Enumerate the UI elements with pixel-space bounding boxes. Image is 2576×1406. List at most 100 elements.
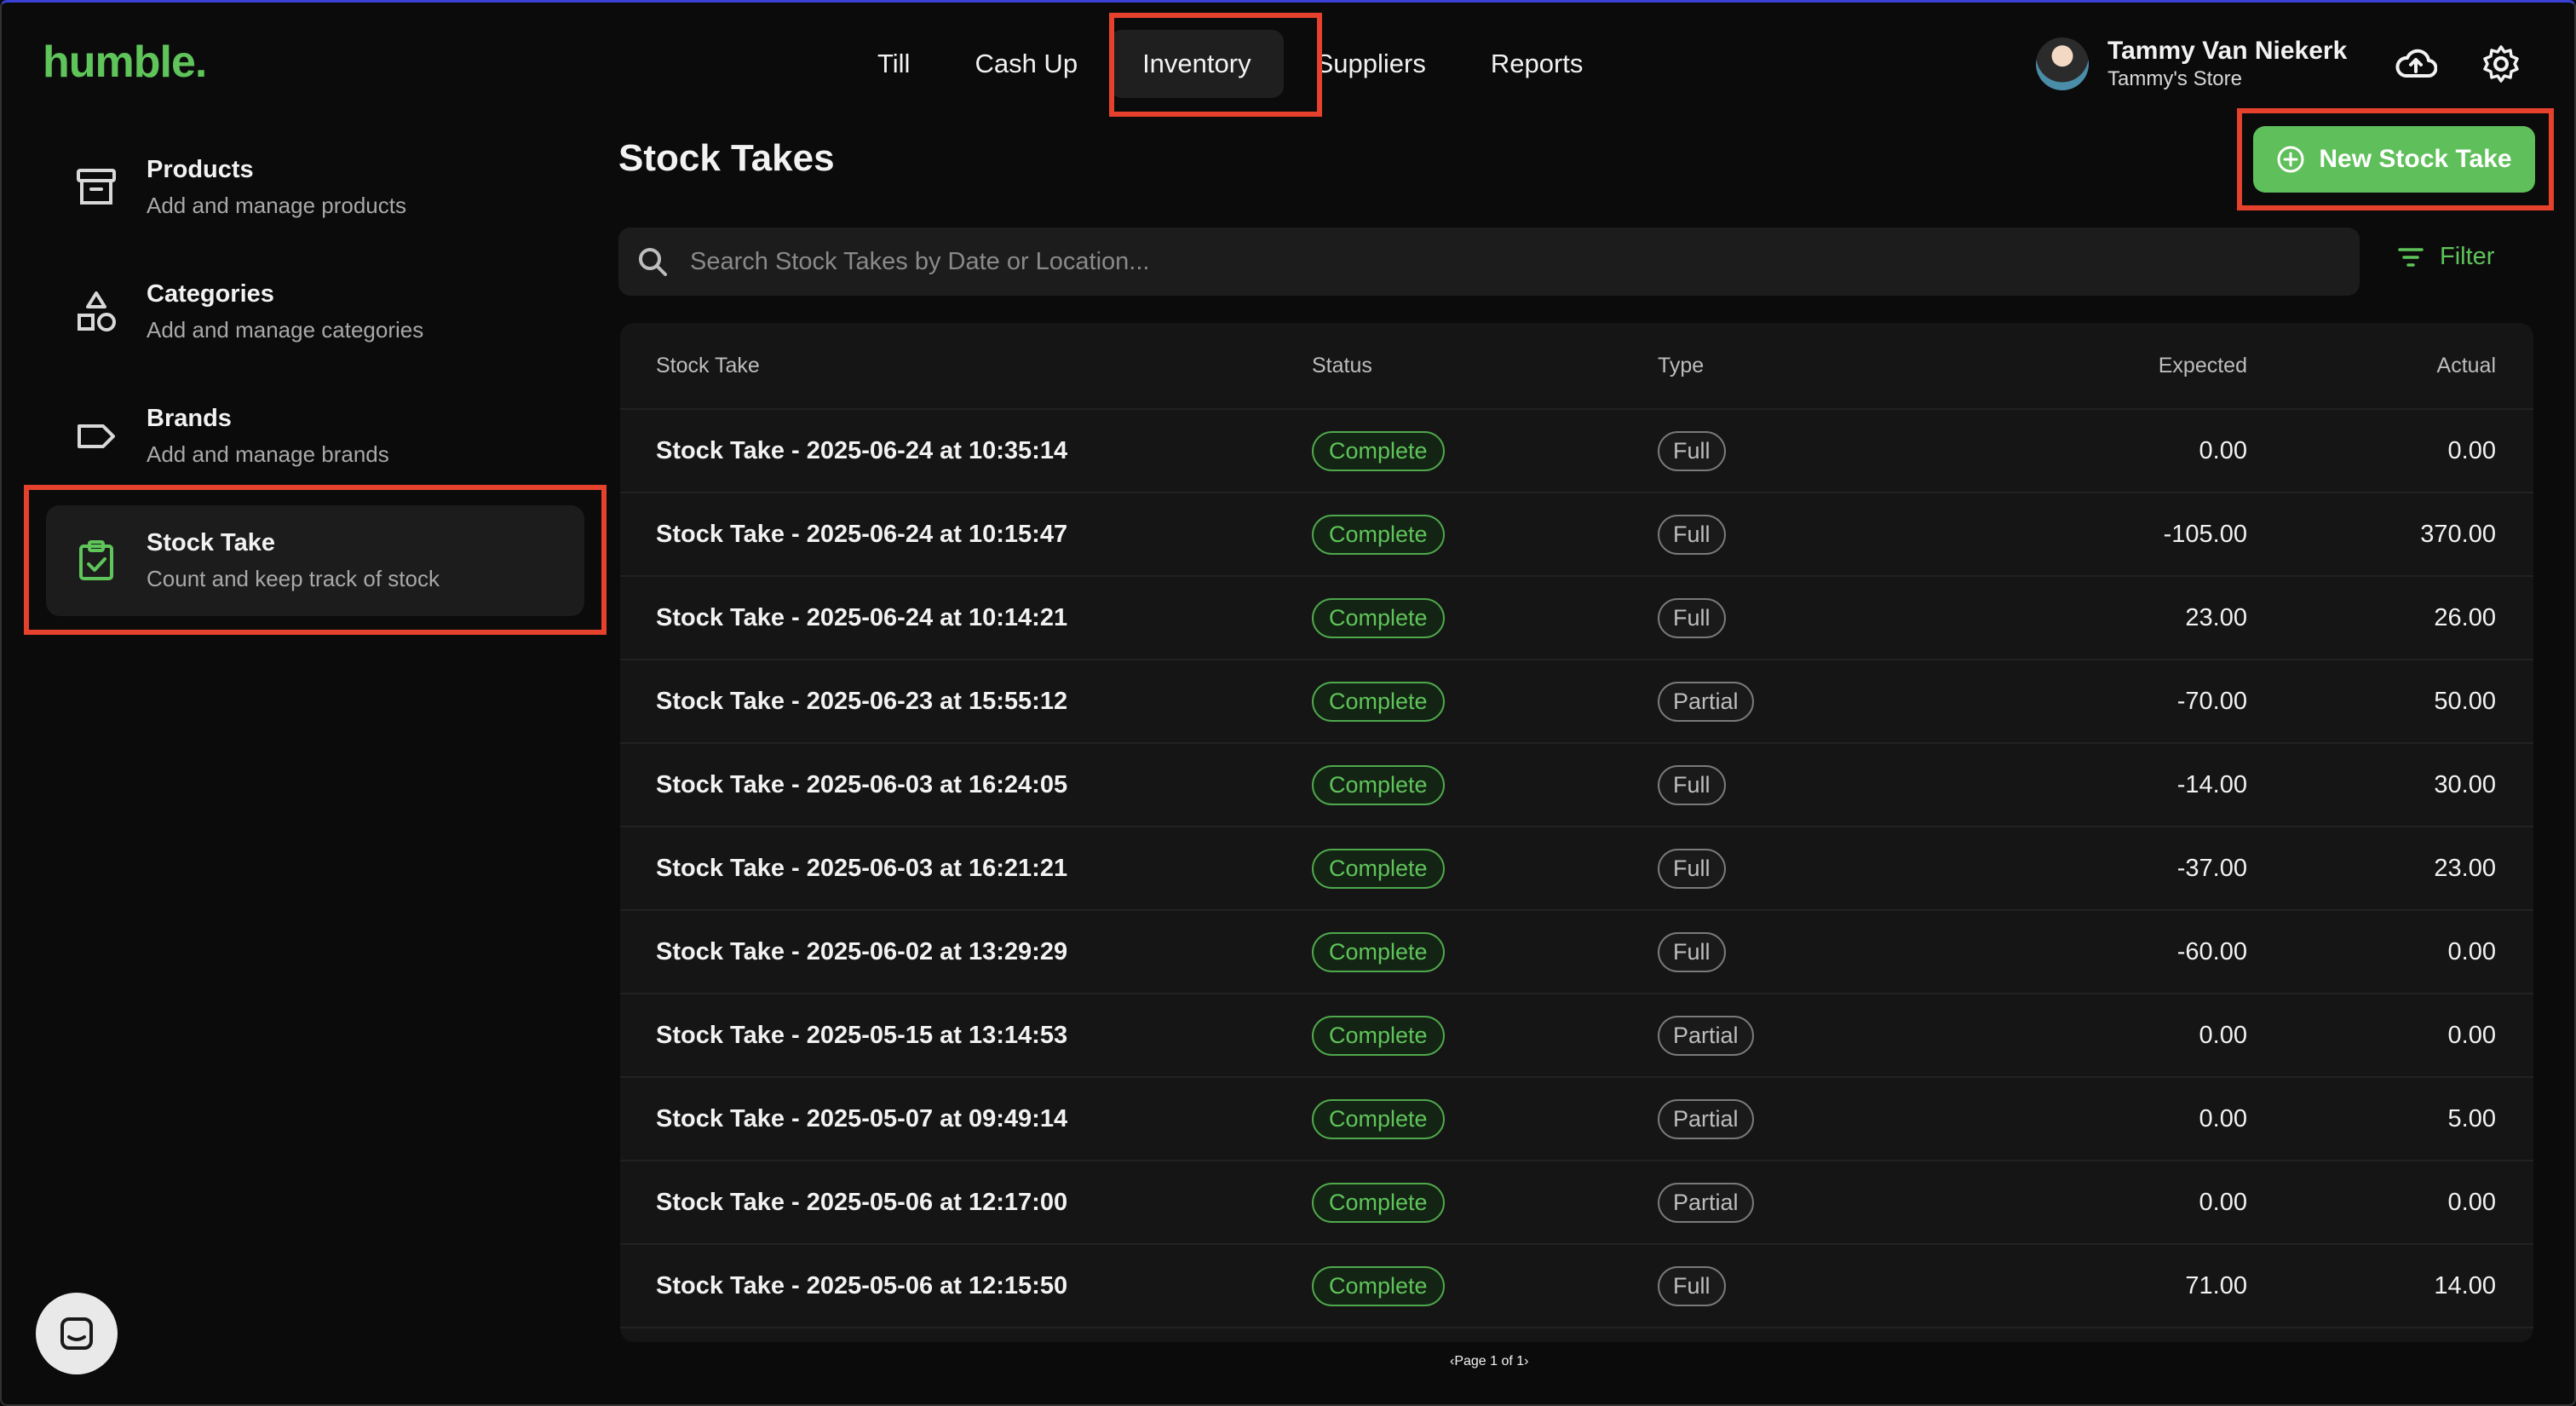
expected-value: 71.00 xyxy=(2185,1271,2247,1299)
actual-value: 5.00 xyxy=(2447,1104,2496,1132)
table-row[interactable]: Stock Take - 2025-06-02 at 13:29:29 Compl… xyxy=(620,911,2533,994)
plus-circle-icon xyxy=(2277,146,2304,173)
nav-cash-up[interactable]: Cash Up xyxy=(942,30,1110,98)
column-header-status[interactable]: Status xyxy=(1276,354,1622,378)
type-badge: Partial xyxy=(1658,1098,1754,1139)
actual-value: 26.00 xyxy=(2434,603,2496,631)
nav-till[interactable]: Till xyxy=(845,30,942,98)
cloud-upload-icon[interactable] xyxy=(2392,40,2440,88)
sidebar-item-label: Products xyxy=(147,156,254,183)
sidebar-item-subtitle: Add and manage categories xyxy=(147,317,424,343)
stock-takes-table: Stock Take Status Type Expected Actual S… xyxy=(620,323,2533,1342)
new-stock-take-label: New Stock Take xyxy=(2319,145,2512,173)
actual-value: 30.00 xyxy=(2434,770,2496,798)
nav-suppliers[interactable]: Suppliers xyxy=(1284,30,1458,98)
filter-button[interactable]: Filter xyxy=(2397,243,2494,271)
sidebar-item-label: Stock Take xyxy=(147,529,275,556)
status-badge: Complete xyxy=(1312,931,1445,972)
type-cell: Full xyxy=(1622,848,2010,889)
actual-value: 0.00 xyxy=(2447,937,2496,965)
actual-value: 50.00 xyxy=(2434,687,2496,715)
table-row[interactable]: Stock Take - 2025-05-15 at 13:14:53 Compl… xyxy=(620,994,2533,1078)
table-row[interactable]: Stock Take - 2025-06-24 at 10:14:21 Compl… xyxy=(620,577,2533,660)
table-row[interactable]: Stock Take - 2025-06-03 at 16:21:21 Compl… xyxy=(620,827,2533,911)
stock-take-name[interactable]: Stock Take - 2025-06-03 at 16:21:21 xyxy=(620,855,1276,883)
status-cell: Complete xyxy=(1276,931,1622,972)
type-cell: Partial xyxy=(1622,1182,2010,1223)
actual-value: 0.00 xyxy=(2447,1021,2496,1049)
expected-value: 0.00 xyxy=(2199,436,2247,464)
status-badge: Complete xyxy=(1312,514,1445,555)
status-badge: Complete xyxy=(1312,1098,1445,1139)
type-cell: Partial xyxy=(1622,681,2010,722)
table-row[interactable]: Stock Take - 2025-06-24 at 10:35:14 Compl… xyxy=(620,410,2533,493)
type-badge: Partial xyxy=(1658,681,1754,722)
table-row[interactable]: Stock Take - 2025-05-07 at 09:49:14 Compl… xyxy=(620,1078,2533,1161)
column-header-expected[interactable]: Expected xyxy=(2010,354,2247,378)
table-row[interactable]: Stock Take - 2025-06-24 at 10:15:47 Compl… xyxy=(620,493,2533,577)
filter-icon xyxy=(2398,247,2424,267)
column-header-type[interactable]: Type xyxy=(1622,354,2010,378)
new-stock-take-button[interactable]: New Stock Take xyxy=(2253,126,2535,193)
expected-value: -105.00 xyxy=(2163,520,2247,548)
status-cell: Complete xyxy=(1276,848,1622,889)
type-badge: Full xyxy=(1658,931,1726,972)
nav-reports[interactable]: Reports xyxy=(1458,30,1616,98)
nav-inventory[interactable]: Inventory xyxy=(1110,30,1284,98)
status-badge: Complete xyxy=(1312,764,1445,805)
sidebar-item-products[interactable]: Products Add and manage products xyxy=(46,132,584,243)
type-cell: Full xyxy=(1622,597,2010,638)
stock-take-name[interactable]: Stock Take - 2025-06-02 at 13:29:29 xyxy=(620,938,1276,966)
stock-take-name[interactable]: Stock Take - 2025-05-06 at 12:15:50 xyxy=(620,1272,1276,1300)
stock-take-name[interactable]: Stock Take - 2025-06-24 at 10:14:21 xyxy=(620,604,1276,632)
type-badge: Full xyxy=(1658,848,1726,889)
stock-take-name[interactable]: Stock Take - 2025-06-24 at 10:35:14 xyxy=(620,437,1276,465)
stock-take-name[interactable]: Stock Take - 2025-06-03 at 16:24:05 xyxy=(620,771,1276,799)
table-row[interactable]: Stock Take - 2025-05-06 at 12:15:50 Compl… xyxy=(620,1245,2533,1328)
actual-value: 23.00 xyxy=(2434,854,2496,882)
table-body: Stock Take - 2025-06-24 at 10:35:14 Compl… xyxy=(620,410,2533,1328)
status-badge: Complete xyxy=(1312,1182,1445,1223)
type-cell: Full xyxy=(1622,430,2010,471)
stock-take-name[interactable]: Stock Take - 2025-06-24 at 10:15:47 xyxy=(620,521,1276,549)
expected-value: -70.00 xyxy=(2176,687,2247,715)
stock-take-name[interactable]: Stock Take - 2025-05-06 at 12:17:00 xyxy=(620,1189,1276,1217)
stock-take-name[interactable]: Stock Take - 2025-05-07 at 09:49:14 xyxy=(620,1105,1276,1133)
store-name: Tammy's Store xyxy=(2107,67,2242,90)
type-badge: Full xyxy=(1658,597,1726,638)
status-cell: Complete xyxy=(1276,1265,1622,1306)
stock-take-name[interactable]: Stock Take - 2025-05-15 at 13:14:53 xyxy=(620,1022,1276,1050)
chat-icon xyxy=(60,1317,93,1350)
table-row[interactable]: Stock Take - 2025-06-03 at 16:24:05 Compl… xyxy=(620,744,2533,827)
type-cell: Partial xyxy=(1622,1098,2010,1139)
next-page-icon[interactable]: › xyxy=(1524,1354,1528,1369)
support-chat-button[interactable] xyxy=(36,1293,118,1374)
humble-logo[interactable]: humble. xyxy=(43,37,207,88)
user-menu[interactable]: Tammy Van Niekerk Tammy's Store xyxy=(2036,37,2347,91)
type-badge: Full xyxy=(1658,1265,1726,1306)
table-row[interactable]: Stock Take - 2025-05-06 at 12:17:00 Compl… xyxy=(620,1161,2533,1245)
search-icon xyxy=(635,245,670,279)
status-cell: Complete xyxy=(1276,597,1622,638)
search-bar xyxy=(618,228,2360,296)
expected-value: 23.00 xyxy=(2185,603,2247,631)
table-row[interactable]: Stock Take - 2025-06-23 at 15:55:12 Compl… xyxy=(620,660,2533,744)
stock-take-name[interactable]: Stock Take - 2025-06-23 at 15:55:12 xyxy=(620,688,1276,716)
type-cell: Full xyxy=(1622,1265,2010,1306)
app-window: humble. Till Cash Up Inventory Suppliers… xyxy=(0,0,2576,1406)
sidebar-item-categories[interactable]: Categories Add and manage categories xyxy=(46,256,584,367)
column-header-actual[interactable]: Actual xyxy=(2247,354,2530,378)
sidebar-item-stock-take[interactable]: Stock Take Count and keep track of stock xyxy=(46,505,584,616)
status-cell: Complete xyxy=(1276,764,1622,805)
sidebar-item-brands[interactable]: Brands Add and manage brands xyxy=(46,381,584,492)
search-input[interactable] xyxy=(688,246,2310,277)
filter-label: Filter xyxy=(2440,243,2495,270)
gear-icon[interactable] xyxy=(2477,40,2525,88)
avatar xyxy=(2036,37,2089,90)
type-badge: Partial xyxy=(1658,1015,1754,1056)
sidebar-item-label: Brands xyxy=(147,405,232,432)
expected-value: 0.00 xyxy=(2199,1021,2247,1049)
expected-value: -14.00 xyxy=(2176,770,2247,798)
column-header-stock-take[interactable]: Stock Take xyxy=(620,354,1276,378)
status-cell: Complete xyxy=(1276,514,1622,555)
